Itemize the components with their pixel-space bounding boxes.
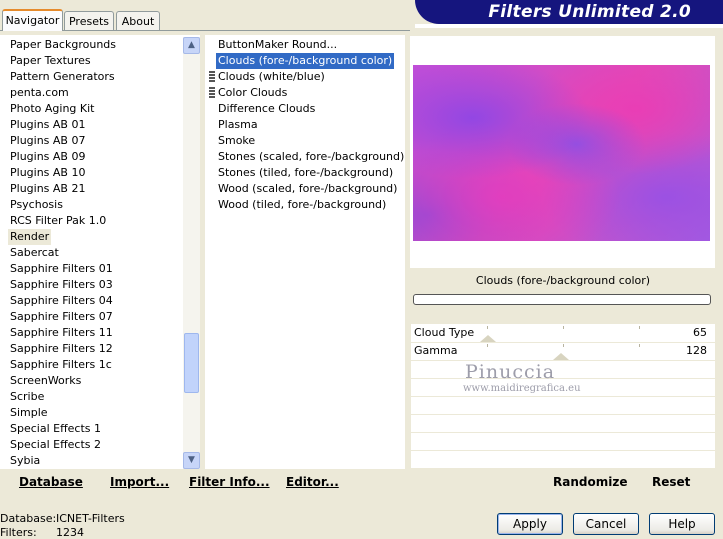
watermark-url: www.maidiregrafica.eu [463,383,581,394]
category-item[interactable]: Special Effects 2 [10,437,101,453]
param-value: 65 [693,326,707,339]
chevron-down-icon: ▼ [188,455,195,465]
param-name: Cloud Type [414,326,475,339]
slider-tick [563,344,564,347]
param-row-empty [411,432,715,451]
filter-item[interactable]: Smoke [218,133,255,149]
category-item[interactable]: Simple [10,405,48,421]
category-item[interactable]: Special Effects 1 [10,421,101,437]
filter-item[interactable]: Wood (scaled, fore-/background) [218,181,397,197]
category-list[interactable]: Paper Backgrounds Paper Textures Pattern G… [0,35,200,469]
param-row-empty [411,360,715,379]
randomize-button[interactable]: Randomize [553,475,627,489]
category-item[interactable]: Photo Aging Kit [10,101,94,117]
cancel-button[interactable]: Cancel [573,513,639,535]
grip-icon [209,71,215,83]
category-item[interactable]: Paper Textures [10,53,91,69]
category-item[interactable]: Sapphire Filters 07 [10,309,113,325]
param-value: 128 [686,344,707,357]
editor-label: Editor... [286,475,339,489]
grip-icon [209,87,215,99]
category-item[interactable]: Sapphire Filters 01 [10,261,113,277]
chevron-up-icon: ▲ [188,40,195,50]
category-item[interactable]: Sabercat [10,245,59,261]
category-item[interactable]: Plugins AB 09 [10,149,85,165]
status-database-value: ICNET-Filters [56,512,125,525]
category-item[interactable]: Plugins AB 21 [10,181,85,197]
slider-marker[interactable] [480,335,496,342]
category-item[interactable]: RCS Filter Pak 1.0 [10,213,106,229]
category-item[interactable]: Psychosis [10,197,63,213]
slider-marker[interactable] [553,353,569,360]
filter-item[interactable]: Stones (scaled, fore-/background) [218,149,404,165]
scroll-up-button[interactable]: ▲ [183,37,200,54]
progress-bar [413,294,711,305]
slider-tick [487,344,488,347]
reset-label: Reset [652,475,691,489]
slider-tick [639,326,640,329]
preview-image [413,65,710,241]
filter-item[interactable]: Wood (tiled, fore-/background) [218,197,386,213]
status-filters-value: 1234 [56,526,84,539]
tab-about[interactable]: About [116,11,160,30]
header-stripe [415,24,723,28]
category-item[interactable]: Sapphire Filters 04 [10,293,113,309]
editor-button[interactable]: Editor... [286,475,339,489]
scroll-down-button[interactable]: ▼ [183,452,200,469]
category-item[interactable]: Render [8,229,52,245]
param-row-cloud-type[interactable]: Cloud Type 65 [411,324,715,343]
filter-item[interactable]: Difference Clouds [218,101,315,117]
preview-filter-name: Clouds (fore-/background color) [475,274,651,287]
filter-item[interactable]: Clouds (fore-/background color) [216,53,395,69]
import-button[interactable]: Import... [110,475,169,489]
status-filters-label: Filters: [0,526,37,539]
database-button[interactable]: Database [19,475,83,489]
category-item[interactable]: Plugins AB 07 [10,133,85,149]
category-item[interactable]: Sybia [10,453,40,469]
category-item[interactable]: Sapphire Filters 03 [10,277,113,293]
param-row-empty [411,450,715,469]
category-item[interactable]: Sapphire Filters 12 [10,341,113,357]
param-row-empty [411,396,715,415]
filter-item[interactable]: Clouds (white/blue) [218,69,325,85]
category-item[interactable]: Sapphire Filters 1c [10,357,112,373]
tab-navigator[interactable]: Navigator [2,9,63,31]
slider-tick [487,326,488,329]
category-item[interactable]: ScreenWorks [10,373,81,389]
param-row-gamma[interactable]: Gamma 128 [411,342,715,361]
category-item[interactable]: Pattern Generators [10,69,115,85]
status-database-label: Database: [0,512,57,525]
category-item[interactable]: Paper Backgrounds [10,37,116,53]
watermark-name: Pinuccia [465,361,556,383]
category-item[interactable]: Plugins AB 10 [10,165,85,181]
param-name: Gamma [414,344,458,357]
param-row-empty [411,414,715,433]
filter-item[interactable]: ButtonMaker Round... [218,37,337,53]
apply-button[interactable]: Apply [497,513,563,535]
database-label: Database [19,475,83,489]
slider-tick [563,326,564,329]
reset-button[interactable]: Reset [652,475,690,489]
scroll-thumb[interactable] [184,333,199,393]
import-label: Import... [110,475,170,489]
parameter-table: Cloud Type 65 Gamma 128 [411,324,715,469]
filter-info-label: Filter Info... [189,475,270,489]
filter-item[interactable]: Color Clouds [218,85,287,101]
slider-tick [639,344,640,347]
help-button[interactable]: Help [649,513,715,535]
filter-list[interactable]: ButtonMaker Round... Clouds (fore-/backgr… [205,35,405,469]
category-item[interactable]: Sapphire Filters 11 [10,325,113,341]
randomize-label: Randomize [553,475,628,489]
tab-presets[interactable]: Presets [64,11,114,30]
category-item[interactable]: Plugins AB 01 [10,117,85,133]
app-title: Filters Unlimited 2.0 [488,2,691,22]
filter-item[interactable]: Plasma [218,117,258,133]
category-item[interactable]: penta.com [10,85,69,101]
category-item[interactable]: Scribe [10,389,44,405]
category-scrollbar[interactable]: ▲ ▼ [183,37,200,469]
filter-info-button[interactable]: Filter Info... [189,475,270,489]
filter-item[interactable]: Stones (tiled, fore-/background) [218,165,393,181]
